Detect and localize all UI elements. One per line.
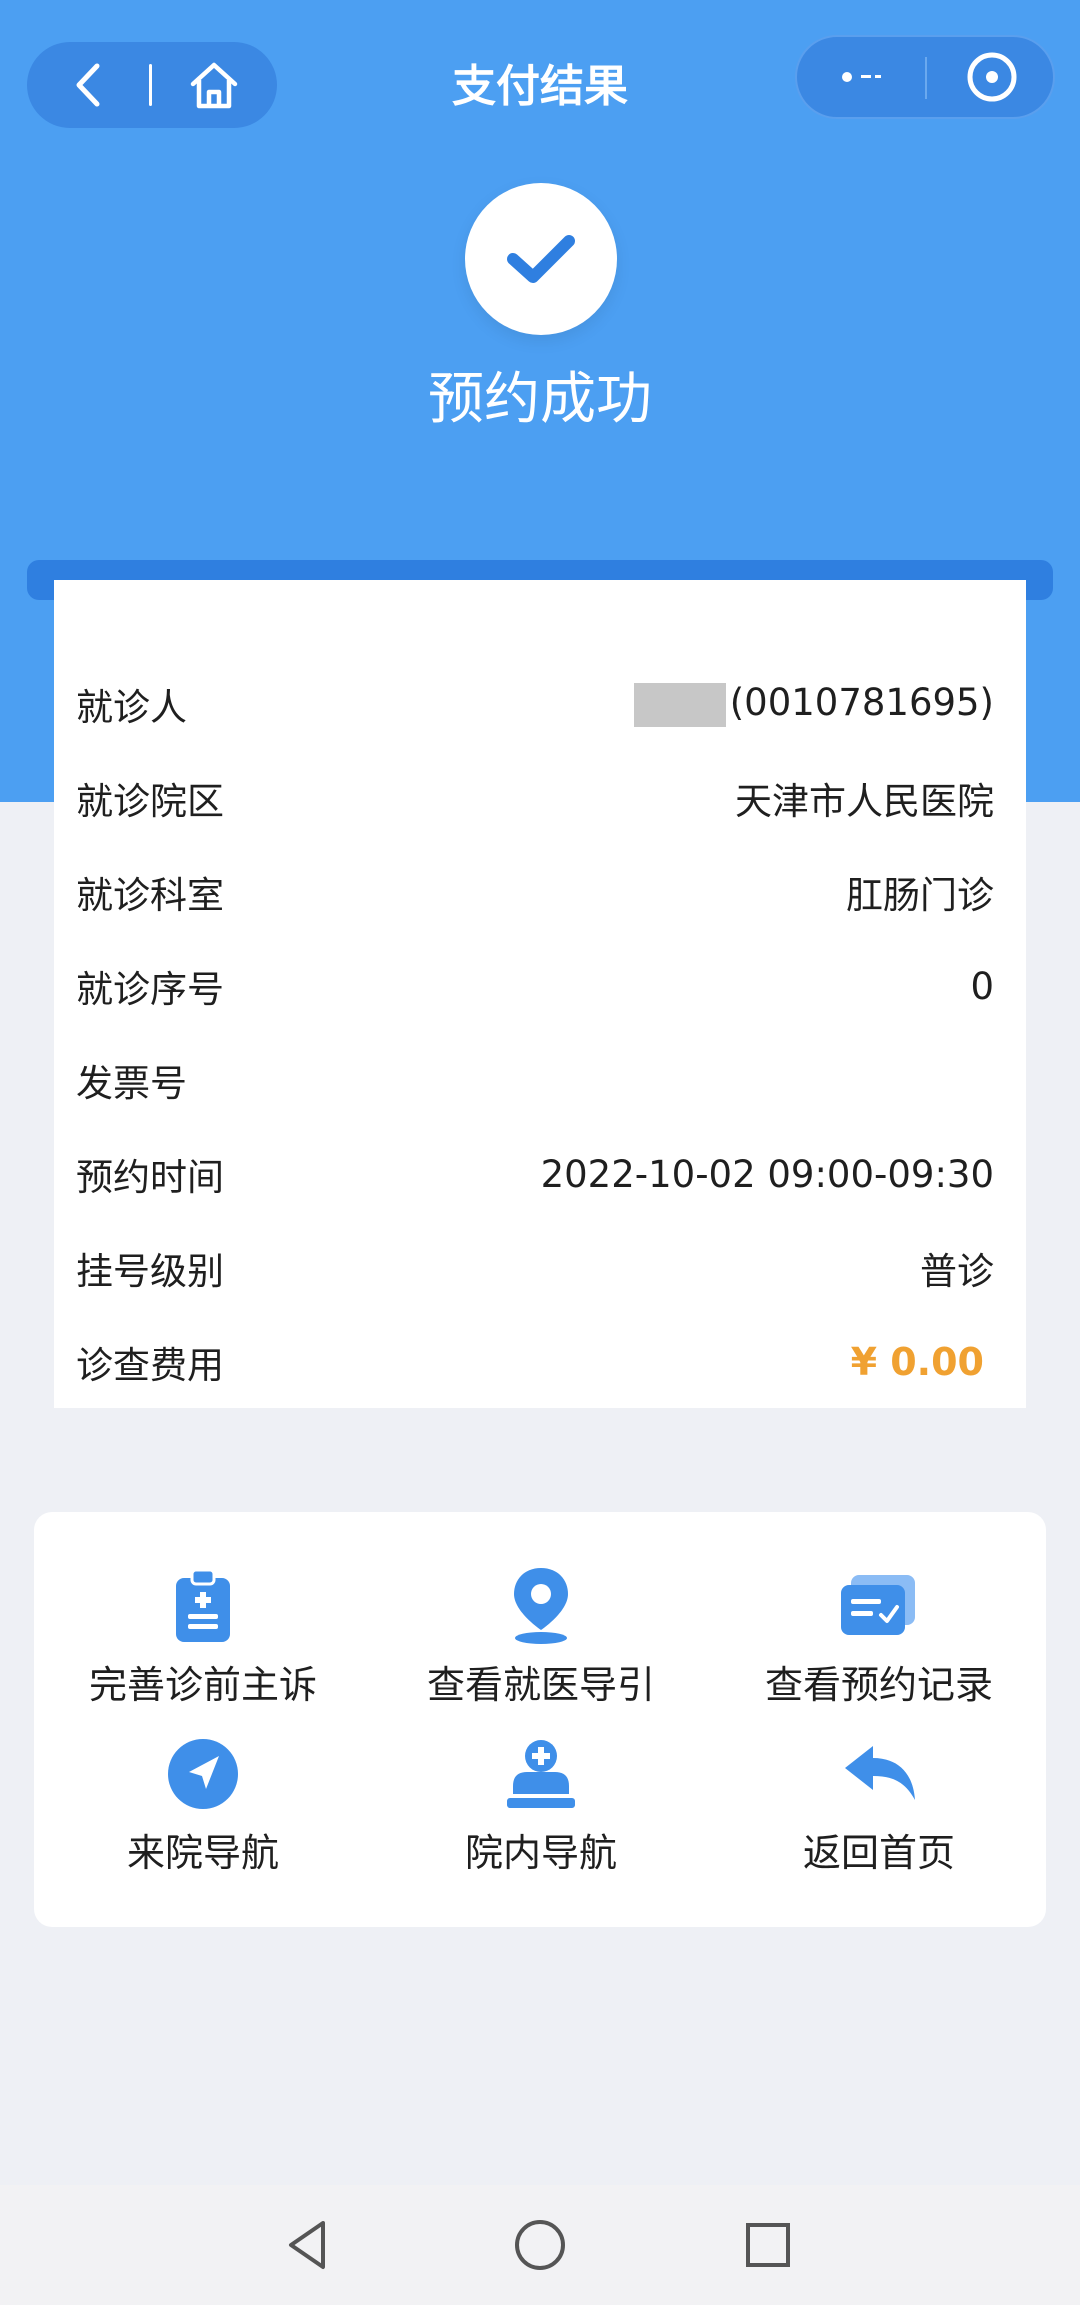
fee-value: ¥ 0.00 <box>850 1340 984 1384</box>
info-row-department: 就诊科室 肛肠门诊 <box>76 862 994 922</box>
hospital-icon <box>372 1732 710 1816</box>
mini-program-capsule <box>795 35 1055 119</box>
info-label: 就诊院区 <box>76 780 224 823</box>
info-row-invoice: 发票号 <box>76 1050 994 1110</box>
close-button[interactable] <box>937 37 1047 117</box>
system-home-button[interactable] <box>480 2185 600 2305</box>
info-row-sequence: 就诊序号 0 <box>76 956 994 1016</box>
nav-capsule <box>27 42 277 128</box>
location-pin-icon <box>372 1564 710 1648</box>
home-button[interactable] <box>169 42 259 128</box>
page-title: 支付结果 <box>452 61 628 112</box>
action-label: 来院导航 <box>126 1831 279 1875</box>
info-value: 肛肠门诊 <box>846 874 994 917</box>
info-row-level: 挂号级别 普诊 <box>76 1238 994 1298</box>
check-icon <box>507 235 575 283</box>
action-view-records[interactable]: 查看预约记录 <box>710 1564 1048 1714</box>
chevron-left-icon <box>76 63 100 107</box>
info-row-patient: 就诊人 (0010781695) <box>76 674 994 734</box>
info-label: 就诊科室 <box>76 874 224 917</box>
info-value: 0 <box>970 964 994 1008</box>
success-badge <box>465 183 617 335</box>
home-icon <box>190 62 238 109</box>
action-label: 查看就医导引 <box>426 1663 655 1707</box>
action-arrival-navigation[interactable]: 来院导航 <box>34 1732 372 1882</box>
info-value: (0010781695) <box>633 681 994 727</box>
patient-id: (0010781695) <box>729 681 994 725</box>
triangle-back-icon <box>289 2221 325 2269</box>
return-icon <box>710 1732 1048 1816</box>
info-value: 普诊 <box>920 1250 994 1293</box>
info-row-time: 预约时间 2022-10-02 09:00-09:30 <box>76 1144 994 1204</box>
quick-actions-card: 完善诊前主诉 查看就医导引 查看预约记录 来院导航 院内导航 返回首页 <box>34 1512 1046 1927</box>
info-row-fee: 诊查费用 ¥ 0.00 <box>76 1332 994 1392</box>
action-indoor-navigation[interactable]: 院内导航 <box>372 1732 710 1882</box>
action-view-guide[interactable]: 查看就医导引 <box>372 1564 710 1714</box>
info-value: 2022-10-02 09:00-09:30 <box>540 1152 994 1196</box>
more-button[interactable] <box>815 37 915 117</box>
circle-home-icon <box>515 2220 565 2270</box>
info-label: 预约时间 <box>76 1156 224 1199</box>
close-target-icon <box>967 52 1017 102</box>
info-label: 发票号 <box>76 1062 187 1105</box>
info-value: 天津市人民医院 <box>735 780 994 823</box>
success-title: 预约成功 <box>428 367 652 432</box>
capsule-divider <box>925 57 927 99</box>
info-row-campus: 就诊院区 天津市人民医院 <box>76 768 994 828</box>
more-dots-icon <box>842 72 881 82</box>
info-label: 就诊序号 <box>76 968 224 1011</box>
masked-name <box>633 682 726 727</box>
info-label: 就诊人 <box>76 686 187 729</box>
records-icon <box>710 1564 1048 1648</box>
navigation-icon <box>34 1732 372 1816</box>
action-label: 院内导航 <box>464 1831 617 1875</box>
action-return-home[interactable]: 返回首页 <box>710 1732 1048 1882</box>
action-label: 完善诊前主诉 <box>88 1663 317 1707</box>
system-back-button[interactable] <box>248 2185 368 2305</box>
system-recents-button[interactable] <box>708 2185 828 2305</box>
clipboard-icon <box>34 1564 372 1648</box>
back-button[interactable] <box>49 42 129 128</box>
info-label: 挂号级别 <box>76 1250 224 1293</box>
appointment-info-card: 就诊人 (0010781695) 就诊院区 天津市人民医院 就诊科室 肛肠门诊 … <box>54 580 1026 1408</box>
action-label: 查看预约记录 <box>764 1663 993 1707</box>
action-label: 返回首页 <box>802 1831 955 1875</box>
system-navigation-bar <box>0 2185 1080 2305</box>
square-recents-icon <box>746 2223 790 2267</box>
capsule-divider <box>149 64 152 106</box>
info-label: 诊查费用 <box>76 1344 224 1387</box>
action-complete-complaint[interactable]: 完善诊前主诉 <box>34 1564 372 1714</box>
